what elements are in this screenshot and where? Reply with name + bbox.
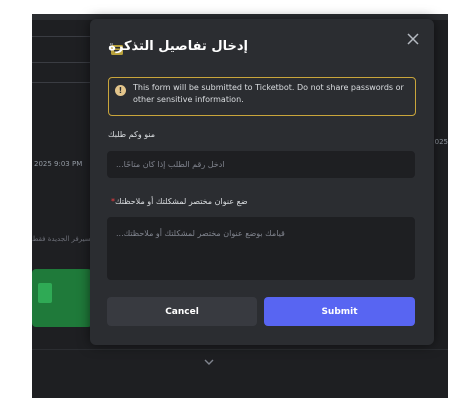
- modal-title: إدخال تفاصيل التذكرة: [108, 39, 248, 54]
- field-label-text: منو وكم طلبك: [108, 130, 156, 139]
- field-label-title: ضع عنوان مختصر لمشكلتك أو ملاحظتك*: [108, 197, 248, 206]
- cancel-button[interactable]: Cancel: [107, 297, 257, 326]
- background-ticket-image: [32, 269, 92, 327]
- background-timestamp: 2025 9:03 PM: [34, 160, 83, 168]
- submit-button[interactable]: Submit: [264, 297, 415, 326]
- warning-icon: !: [115, 85, 126, 96]
- notice-text: This form will be submitted to Ticketbot…: [133, 83, 404, 104]
- field-label-text: ضع عنوان مختصر لمشكلتك أو ملاحظتك: [115, 197, 248, 206]
- field-label-order: منو وكم طلبك: [108, 130, 155, 139]
- background-timestamp-right: 025: [434, 138, 448, 146]
- close-icon[interactable]: [406, 33, 420, 47]
- chevron-down-icon[interactable]: [204, 358, 214, 369]
- modal-header: إدخال تفاصيل التذكرة: [90, 19, 434, 77]
- warning-notice: ! This form will be submitted to Ticketb…: [108, 77, 416, 116]
- ticket-modal: إدخال تفاصيل التذكرة ! This form will be…: [90, 19, 434, 345]
- issue-title-textarea[interactable]: [107, 217, 415, 280]
- order-number-input[interactable]: [107, 151, 415, 178]
- background-divider: [32, 349, 448, 350]
